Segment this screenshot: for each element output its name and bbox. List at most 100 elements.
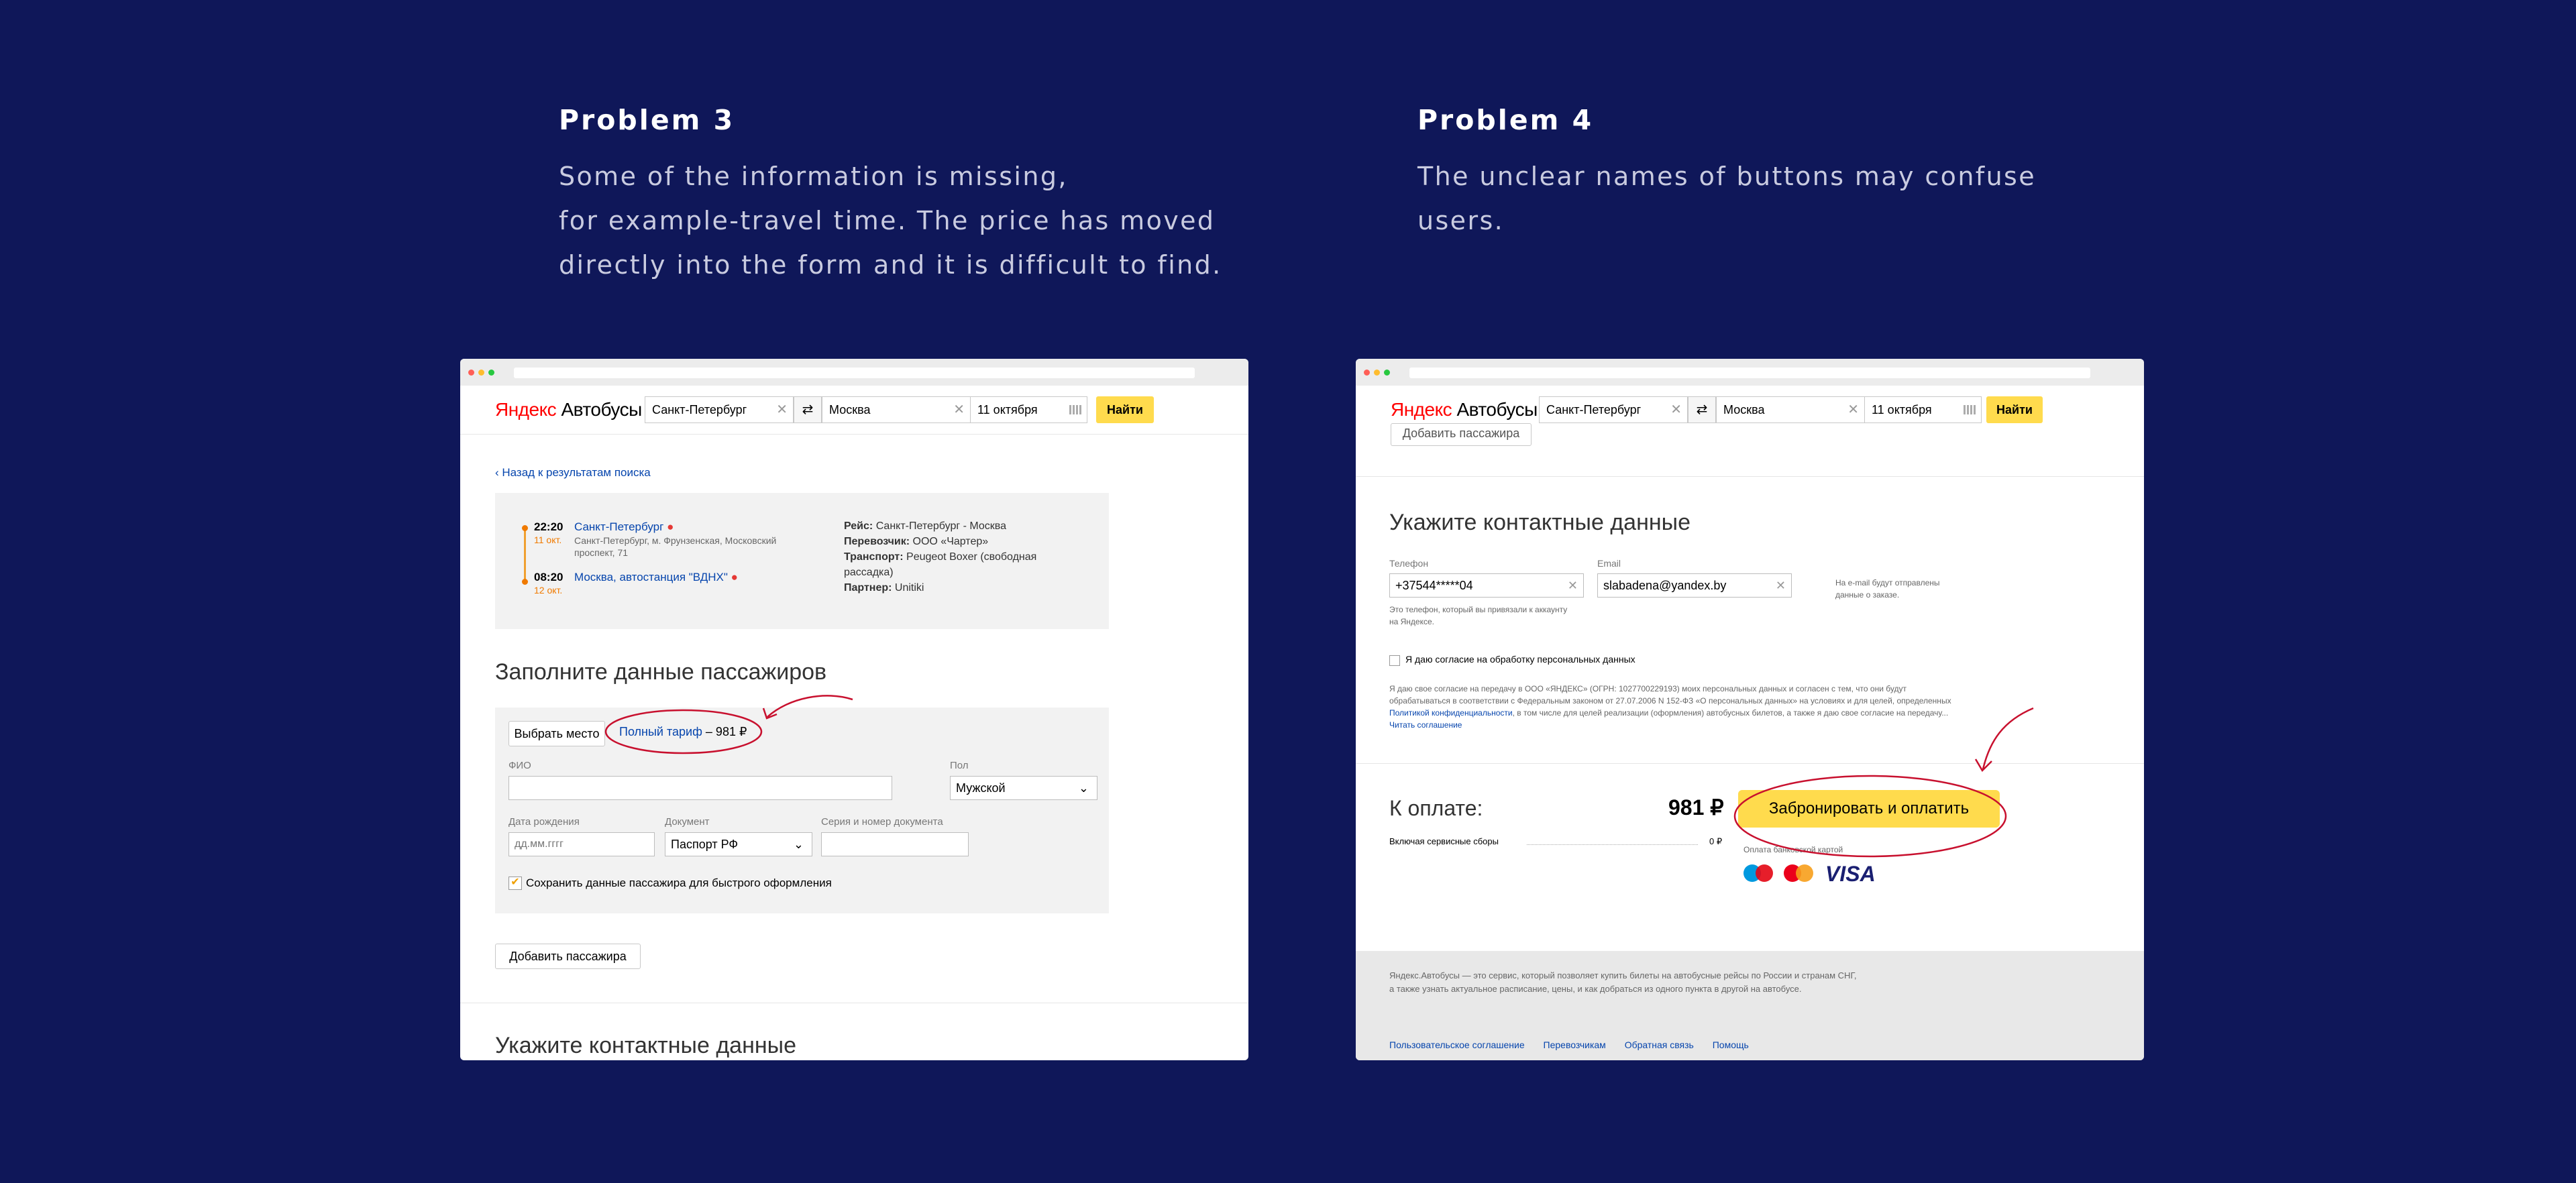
footer-link-help[interactable]: Помощь [1713, 1039, 1749, 1050]
birth-label: Дата рождения [508, 816, 580, 828]
carrier-value: ООО «Чартер» [912, 536, 989, 547]
clear-icon[interactable]: ✕ [1670, 397, 1682, 422]
pay-label: К оплате: [1389, 796, 1483, 820]
email-label: Email [1597, 558, 1621, 569]
contacts-title: Укажите контактные данные [1389, 510, 1690, 535]
document-number-input[interactable] [821, 832, 969, 856]
save-data-checkbox[interactable]: ✔ [508, 877, 522, 890]
timeline-dot-icon [522, 579, 528, 585]
to-field[interactable]: Москва ✕ [822, 396, 971, 423]
description-line: The unclear names of buttons may confuse [1417, 162, 2037, 191]
clear-icon[interactable]: ✕ [1776, 574, 1786, 597]
footer-link-feedback[interactable]: Обратная связь [1625, 1039, 1694, 1050]
transport-label: Транспорт: [844, 551, 904, 563]
add-passenger-button[interactable]: Добавить пассажира [495, 944, 641, 969]
location-pin-icon: ● [731, 571, 738, 583]
partner-label: Партнер: [844, 582, 892, 594]
timeline-dot-icon [522, 525, 528, 531]
passenger-form: Выбрать место Полный тариф – 981 ₽ ФИО П… [495, 708, 1109, 913]
document-select[interactable]: Паспорт РФ ⌄ [665, 832, 812, 856]
date-field[interactable]: 11 октября [1864, 396, 1982, 423]
close-dot-icon [1364, 370, 1370, 376]
description-line: directly into the form and it is difficu… [559, 250, 1222, 280]
section-divider [1356, 476, 2144, 477]
pay-button[interactable]: Забронировать и оплатить [1738, 790, 2000, 828]
date-value: 11 октября [977, 403, 1038, 416]
description-line: for example-travel time. The price has m… [559, 206, 1216, 235]
from-field[interactable]: Санкт-Петербург ✕ [645, 396, 794, 423]
fee-dots [1527, 844, 1698, 845]
url-bar[interactable] [514, 368, 1195, 378]
clear-icon[interactable]: ✕ [953, 397, 965, 422]
phone-hint-line: на Яндексе. [1389, 617, 1434, 626]
clear-icon[interactable]: ✕ [1568, 574, 1578, 597]
arrive-place-label: Москва, автостанция "ВДНХ" [574, 571, 728, 583]
clear-icon[interactable]: ✕ [776, 397, 788, 422]
find-button[interactable]: Найти [1986, 396, 2043, 423]
location-pin-icon: ● [667, 520, 674, 533]
date-field[interactable]: 11 октября [970, 396, 1087, 423]
address-line: проспект, 71 [574, 547, 629, 558]
gender-select[interactable]: Мужской ⌄ [950, 776, 1097, 800]
yandex-buses-logo[interactable]: Яндекс Автобусы [1391, 399, 1538, 420]
email-hint-line: На e-mail будут отправлены [1835, 578, 1940, 587]
email-hint: На e-mail будут отправлены данные о зака… [1835, 577, 1940, 601]
footer: Яндекс.Автобусы — это сервис, который по… [1356, 951, 2144, 1060]
transport-row: Транспорт: Peugeot Boxer (свободная расса… [844, 549, 1072, 580]
route-row: Рейс: Санкт-Петербург - Москва [844, 518, 1072, 534]
arrive-time: 08:20 [534, 571, 564, 583]
transport-value-cont: рассадка) [844, 567, 894, 578]
checkmark-icon: ✔ [511, 877, 520, 888]
add-passenger-label: Добавить пассажира [1402, 427, 1520, 440]
read-agreement-link[interactable]: Читать соглашение [1389, 719, 2047, 731]
add-passenger-button-clipped[interactable]: Добавить пассажира [1391, 423, 1532, 446]
footer-link-carriers[interactable]: Перевозчикам [1544, 1039, 1606, 1050]
swap-icon[interactable]: ⇄ [794, 396, 822, 423]
phone-label: Телефон [1389, 558, 1429, 569]
passengers-title: Заполните данные пассажиров [495, 659, 827, 685]
yandex-buses-logo[interactable]: Яндекс Автобусы [495, 399, 642, 420]
calendar-icon[interactable] [1964, 405, 1976, 414]
browser-chrome [1356, 359, 2144, 386]
footer-links: Пользовательское соглашение Перевозчикам… [1389, 1039, 1749, 1050]
route-value: Санкт-Петербург - Москва [875, 520, 1007, 532]
find-button[interactable]: Найти [1096, 396, 1154, 423]
browser-chrome [460, 359, 1248, 386]
tariff-link[interactable]: Полный тариф [619, 725, 702, 738]
consent-line: Я даю свое согласие на передачу в ООО «Я… [1389, 684, 1907, 693]
gender-label: Пол [950, 760, 969, 771]
to-value: Москва [829, 403, 871, 416]
footer-text: Яндекс.Автобусы — это сервис, который по… [1389, 969, 1857, 996]
to-field[interactable]: Москва ✕ [1716, 396, 1865, 423]
depart-city-link[interactable]: Санкт-Петербург ● [574, 520, 674, 534]
pay-amount: 981 ₽ [1668, 795, 1724, 820]
arrive-place-link[interactable]: Москва, автостанция "ВДНХ" ● [574, 571, 738, 584]
birth-date-input[interactable] [508, 832, 655, 856]
mastercard-icon [1784, 863, 1817, 883]
trip-details: Рейс: Санкт-Петербург - Москва Перевозчи… [844, 518, 1072, 596]
back-link[interactable]: ‹ Назад к результатам поиска [495, 466, 651, 480]
address-line: Санкт-Петербург, м. Фрунзенская, Московс… [574, 535, 777, 546]
consent-line-cont: , в том числе для целей реализации (офор… [1512, 708, 1949, 718]
consent-label: Я даю согласие на обработку персональных… [1405, 654, 1635, 665]
phone-input[interactable]: +37544*****04 ✕ [1389, 573, 1584, 598]
consent-checkbox[interactable] [1389, 655, 1400, 666]
url-bar[interactable] [1409, 368, 2090, 378]
footer-link-agreement[interactable]: Пользовательское соглашение [1389, 1039, 1525, 1050]
email-input[interactable]: slabadena@yandex.by ✕ [1597, 573, 1792, 598]
swap-icon[interactable]: ⇄ [1688, 396, 1716, 423]
gender-value: Мужской [956, 781, 1006, 795]
service-fee-value: 0 ₽ [1709, 836, 1723, 846]
from-field[interactable]: Санкт-Петербург ✕ [1539, 396, 1688, 423]
choose-seat-button[interactable]: Выбрать место [508, 721, 605, 746]
name-input[interactable] [508, 776, 892, 800]
phone-hint-line: Это телефон, который вы привязали к акка… [1389, 605, 1568, 614]
trip-info-box: 22:20 11 окт. Санкт-Петербург ● Санкт-Пе… [495, 493, 1109, 629]
calendar-icon[interactable] [1069, 405, 1081, 414]
privacy-policy-link[interactable]: Политикой конфиденциальности [1389, 708, 1513, 718]
clear-icon[interactable]: ✕ [1847, 397, 1859, 422]
depart-address: Санкт-Петербург, м. Фрунзенская, Московс… [574, 534, 776, 559]
maestro-icon [1743, 863, 1777, 883]
consent-text: Я даю свое согласие на передачу в ООО «Я… [1389, 683, 2047, 731]
minimize-dot-icon [478, 370, 484, 376]
